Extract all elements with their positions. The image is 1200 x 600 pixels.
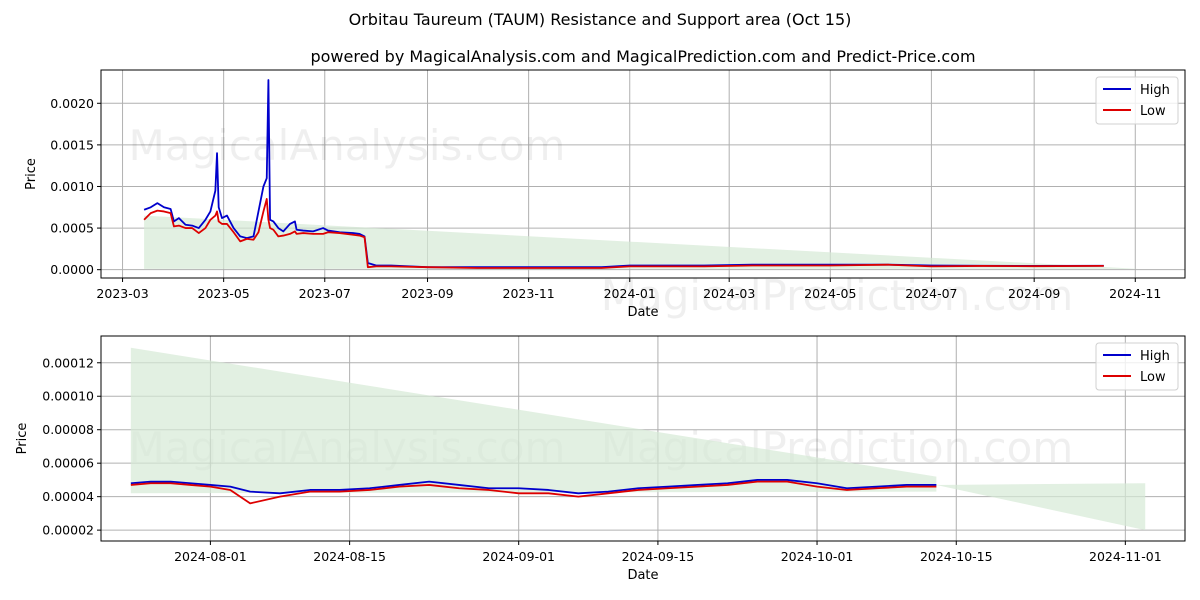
chart-title: Orbitau Taureum (TAUM) Resistance and Su… [349,10,852,29]
bottom-panel: 2024-08-01 2024-08-15 2024-09-01 2024-09-15… [15,335,1186,583]
x-tick-label: 2023-11 [503,286,555,301]
x-tick-label: 2024-09-15 [622,549,695,564]
x-tick-label: 2024-08-01 [174,549,247,564]
y-tick-label: 0.00006 [42,456,94,471]
y-tick-label: 0.0020 [50,96,94,111]
y-tick-label: 0.0010 [50,179,94,194]
x-tick-label: 2024-10-01 [781,549,854,564]
y-axis-label: Price [24,158,39,190]
watermark: MagicalAnalysis.com [129,121,566,170]
y-tick-label: 0.0015 [50,137,94,152]
chart-subtitle: powered by MagicalAnalysis.com and Magic… [310,47,975,66]
top-panel: 2023-03 2023-05 2023-07 2023-09 2023-11 2024-… [24,69,1186,320]
x-tick-label: 2024-11-01 [1089,549,1162,564]
y-tick-label: 0.00002 [42,523,94,538]
support-resistance-band [144,215,1139,269]
x-tick-label: 2024-09-01 [482,549,555,564]
x-tick-label: 2023-09 [401,286,453,301]
x-tick-label: 2024-11 [1109,286,1161,301]
x-axis-label: Date [627,568,658,583]
x-axis-label: Date [627,305,658,320]
y-axis-label: Price [15,423,30,455]
legend-label-low: Low [1140,104,1166,119]
legend-label-low: Low [1140,370,1166,385]
y-tick-label: 0.00008 [42,422,94,437]
legend-label-high: High [1140,349,1170,364]
y-tick-label: 0.00004 [42,489,94,504]
x-tick-label: 2024-10-15 [920,549,993,564]
x-tick-label: 2024-08-15 [313,549,386,564]
y-tick-label: 0.00010 [42,389,94,404]
x-tick-label: 2023-07 [299,286,351,301]
chart-figure: Orbitau Taureum (TAUM) Resistance and Su… [15,10,1186,583]
x-tick-label: 2023-03 [96,286,148,301]
legend-label-high: High [1140,83,1170,98]
y-tick-label: 0.0005 [50,221,94,236]
x-tick-label: 2023-05 [198,286,250,301]
y-tick-label: 0.00012 [42,355,94,370]
y-tick-label: 0.0000 [50,262,94,277]
